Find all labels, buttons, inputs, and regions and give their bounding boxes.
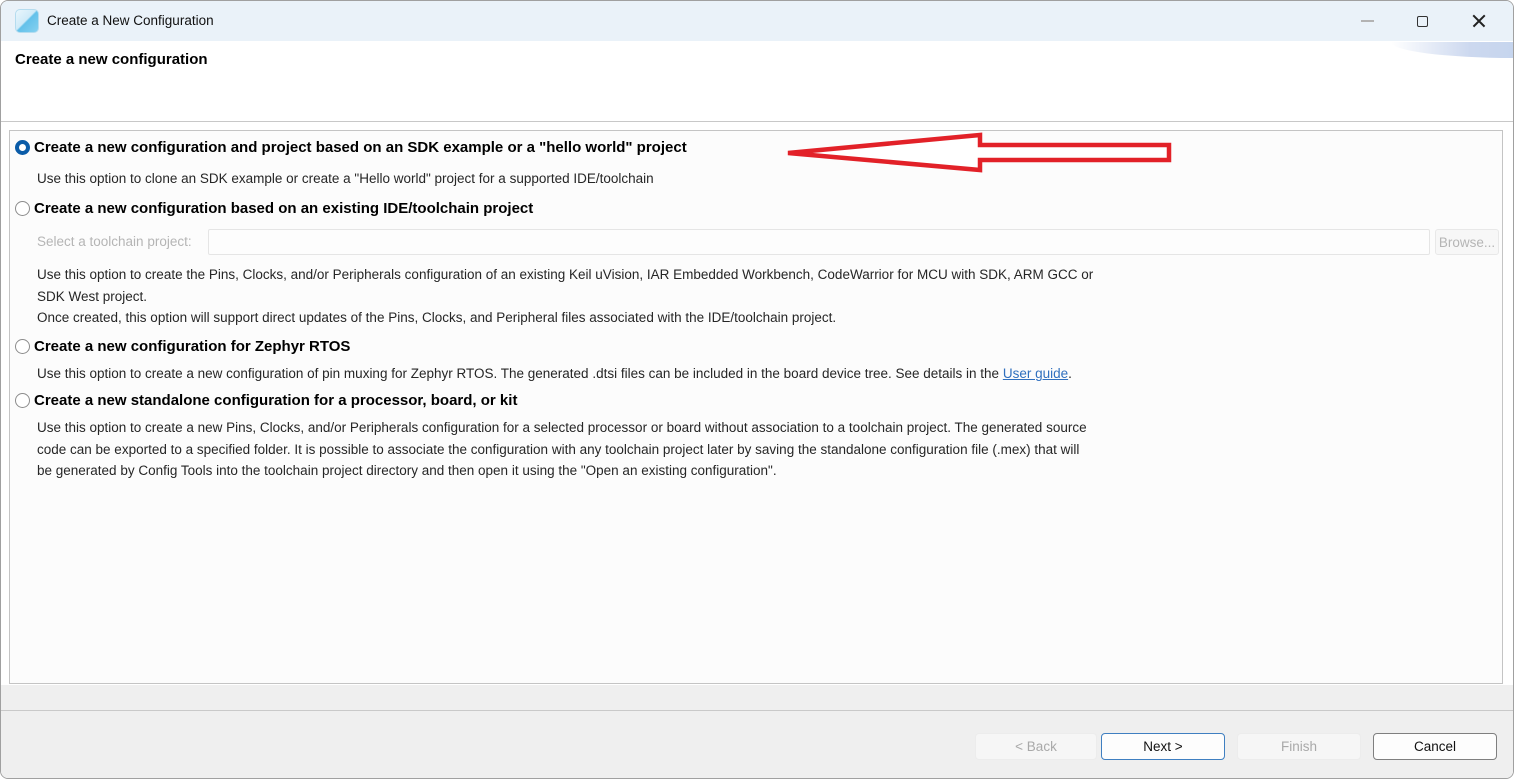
- app-icon: [15, 9, 39, 33]
- browse-button: Browse...: [1435, 229, 1499, 255]
- close-button[interactable]: [1456, 1, 1502, 41]
- window-title: Create a New Configuration: [47, 1, 214, 41]
- maximize-icon: [1417, 16, 1428, 27]
- user-guide-link[interactable]: User guide: [1003, 366, 1068, 381]
- cancel-button[interactable]: Cancel: [1373, 733, 1497, 760]
- option-description-zephyr-rtos: Use this option to create a new configur…: [37, 363, 1072, 385]
- description-line: Once created, this option will support d…: [37, 307, 1093, 329]
- description-line: Use this option to create a new Pins, Cl…: [37, 417, 1087, 439]
- radio-existing-toolchain-project[interactable]: [15, 201, 30, 216]
- header-separator: [1, 121, 1514, 122]
- option-description-sdk-example-project: Use this option to clone an SDK example …: [37, 168, 654, 190]
- option-label-zephyr-rtos[interactable]: Create a new configuration for Zephyr RT…: [34, 337, 350, 357]
- description-line: be generated by Config Tools into the to…: [37, 460, 1087, 482]
- title-bar[interactable]: Create a New Configuration: [1, 1, 1514, 41]
- description-text: .: [1068, 366, 1072, 381]
- red-arrow-annotation: [780, 131, 1180, 175]
- description-line: Use this option to create the Pins, Cloc…: [37, 264, 1093, 286]
- maximize-button[interactable]: [1399, 1, 1445, 41]
- radio-standalone-configuration[interactable]: [15, 393, 30, 408]
- description-text: Use this option to create a new configur…: [37, 366, 1003, 381]
- footer-separator: [1, 710, 1514, 711]
- description-line: SDK West project.: [37, 286, 1093, 308]
- toolchain-project-field-label: Select a toolchain project:: [37, 229, 192, 255]
- description-line: code can be exported to a specified fold…: [37, 439, 1087, 461]
- radio-zephyr-rtos[interactable]: [15, 339, 30, 354]
- header-decoration: [1391, 42, 1513, 58]
- radio-sdk-example-project[interactable]: [15, 140, 30, 155]
- page-title: Create a new configuration: [15, 51, 208, 68]
- next-button[interactable]: Next >: [1101, 733, 1225, 760]
- option-description-standalone-configuration: Use this option to create a new Pins, Cl…: [37, 417, 1087, 482]
- create-new-configuration-dialog: Create a New Configuration Create a new …: [0, 0, 1514, 779]
- option-description-existing-toolchain-project: Use this option to create the Pins, Cloc…: [37, 264, 1093, 329]
- option-label-existing-toolchain-project[interactable]: Create a new configuration based on an e…: [34, 199, 533, 219]
- finish-button: Finish: [1237, 733, 1361, 760]
- back-button: < Back: [975, 733, 1097, 760]
- close-icon: [1471, 13, 1487, 29]
- option-label-sdk-example-project[interactable]: Create a new configuration and project b…: [34, 138, 687, 158]
- option-label-standalone-configuration[interactable]: Create a new standalone configuration fo…: [34, 391, 517, 411]
- minimize-button: [1344, 1, 1390, 41]
- minimize-icon: [1361, 20, 1374, 22]
- footer-bar: [1, 685, 1514, 779]
- toolchain-project-input: [208, 229, 1430, 255]
